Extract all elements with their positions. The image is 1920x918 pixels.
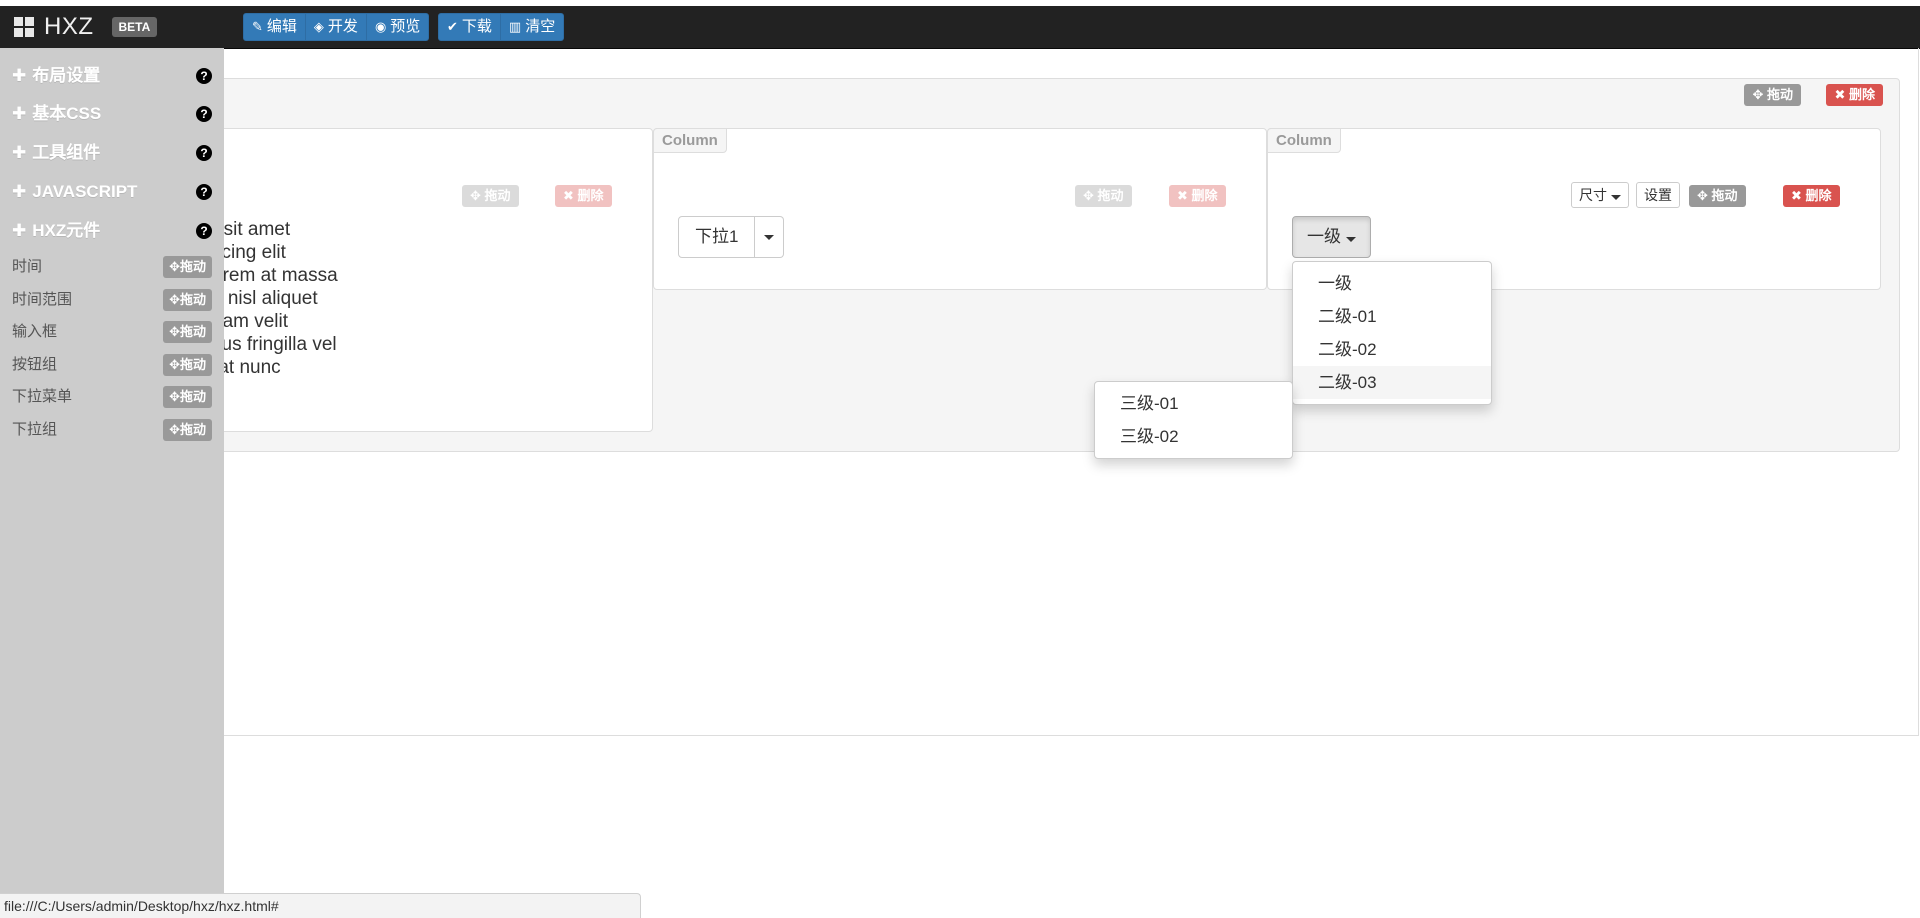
drag-handle[interactable]: ✥拖动 [163, 354, 212, 376]
sidebar: ✚ 布局设置? ✚ 基本CSS? ✚ 工具组件? ✚ JAVASCRIPT? ✚ HXZ元… [0, 48, 224, 918]
windows-logo-icon [14, 17, 34, 37]
sidebar-item-input: 输入框 ✥拖动 [12, 320, 212, 344]
help-icon[interactable]: ? [196, 184, 212, 200]
brand[interactable]: HXZ BETA [14, 13, 158, 40]
column-2-label: Column [653, 128, 727, 153]
menu-item-level2-02[interactable]: 二级-02 [1293, 333, 1491, 366]
sidebar-section-layout[interactable]: ✚ 布局设置? [12, 62, 212, 90]
level1-dropdown-menu: 一级 二级-01 二级-02 二级-03 [1292, 261, 1492, 405]
sidebar-section-tools[interactable]: ✚ 工具组件? [12, 139, 212, 167]
column-3-drag-handle[interactable]: ✥ 拖动 [1689, 185, 1746, 207]
clear-button[interactable]: ▥ 清空 [499, 13, 565, 41]
develop-button[interactable]: ◈ 开发 [304, 13, 367, 41]
plus-icon: ✚ [12, 104, 27, 123]
help-icon[interactable]: ? [196, 68, 212, 84]
sidebar-item-time: 时间 ✥拖动 [12, 255, 212, 279]
menu-item-level3-02[interactable]: 三级-02 [1095, 420, 1292, 453]
column-3-delete-button[interactable]: ✖ 删除 [1783, 185, 1840, 207]
plus-icon: ✚ [12, 182, 27, 201]
browser-status-url: file:///C:/Users/admin/Desktop/hxz/hxz.h… [0, 893, 641, 918]
menu-item-level2-01[interactable]: 二级-01 [1293, 300, 1491, 333]
sidebar-item-dropdown-group: 下拉组 ✥拖动 [12, 418, 212, 442]
plus-icon: ✚ [12, 221, 27, 240]
beta-badge: BETA [111, 17, 158, 37]
size-dropdown-button[interactable]: 尺寸 [1571, 182, 1629, 208]
help-icon[interactable]: ? [196, 106, 212, 122]
drag-handle[interactable]: ✥拖动 [163, 289, 212, 311]
trash-icon: ▥ [508, 19, 522, 34]
help-icon[interactable]: ? [196, 145, 212, 161]
menu-item-level1[interactable]: 一级 [1293, 267, 1491, 300]
toolbar-file-group: ✔ 下载 ▥ 清空 [438, 13, 565, 41]
caret-down-icon [1610, 195, 1621, 200]
sidebar-section-javascript[interactable]: ✚ JAVASCRIPT? [12, 178, 212, 206]
help-icon[interactable]: ? [196, 223, 212, 239]
level1-dropdown-button[interactable]: 一级 [1292, 216, 1371, 258]
drag-handle[interactable]: ✥拖动 [163, 321, 212, 343]
menu-item-level2-03[interactable]: 二级-03 [1293, 366, 1491, 399]
sidebar-item-button-group: 按钮组 ✥拖动 [12, 353, 212, 377]
drag-handle[interactable]: ✥拖动 [163, 419, 212, 441]
split-dropdown-main-button[interactable]: 下拉1 [678, 216, 756, 258]
sidebar-section-hxz-components[interactable]: ✚ HXZ元件? [12, 217, 212, 245]
column-2-delete-button[interactable]: ✖ 删除 [1169, 185, 1226, 207]
sidebar-item-dropdown-menu: 下拉菜单 ✥拖动 [12, 385, 212, 409]
preview-button[interactable]: ◉ 预览 [365, 13, 430, 41]
column-2: Column ✥ 拖动 ✖ 删除 下拉1 [653, 128, 1267, 290]
brand-name: HXZ [44, 13, 94, 40]
download-icon: ✔ [447, 19, 458, 34]
split-dropdown: 下拉1 [678, 216, 785, 258]
caret-down-icon [764, 234, 775, 240]
sidebar-section-basic-css[interactable]: ✚ 基本CSS? [12, 100, 212, 128]
column-2-drag-handle[interactable]: ✥ 拖动 [1075, 185, 1132, 207]
column-3-label: Column [1267, 128, 1341, 153]
edit-button[interactable]: ✎ 编辑 [243, 13, 306, 41]
navbar: HXZ BETA ✎ 编辑 ◈ 开发 ◉ 预览 ✔ 下载 ▥ 清空 [0, 6, 1920, 49]
split-dropdown-toggle[interactable] [755, 216, 785, 258]
code-icon: ◈ [313, 19, 324, 34]
column-1-delete-button[interactable]: ✖ 删除 [555, 185, 612, 207]
caret-down-icon [1345, 237, 1356, 242]
toolbar-edit-group: ✎ 编辑 ◈ 开发 ◉ 预览 [243, 13, 430, 41]
download-button[interactable]: ✔ 下载 [438, 13, 501, 41]
settings-button[interactable]: 设置 [1636, 182, 1680, 208]
row-delete-button[interactable]: ✖ 删除 [1826, 84, 1883, 106]
drag-handle[interactable]: ✥拖动 [163, 386, 212, 408]
level3-submenu: 三级-01 三级-02 [1094, 381, 1293, 459]
sidebar-item-time-range: 时间范围 ✥拖动 [12, 288, 212, 312]
plus-icon: ✚ [12, 143, 27, 162]
plus-icon: ✚ [12, 66, 27, 85]
lorem-text-block: r sit amet scing elit orem at massa n ni… [212, 219, 338, 401]
eye-icon: ◉ [374, 19, 387, 34]
row-drag-handle[interactable]: ✥ 拖动 [1744, 84, 1801, 106]
column-1-drag-handle[interactable]: ✥ 拖动 [462, 185, 519, 207]
edit-icon: ✎ [252, 19, 263, 34]
menu-item-level3-01[interactable]: 三级-01 [1095, 387, 1292, 420]
drag-handle[interactable]: ✥拖动 [163, 256, 212, 278]
